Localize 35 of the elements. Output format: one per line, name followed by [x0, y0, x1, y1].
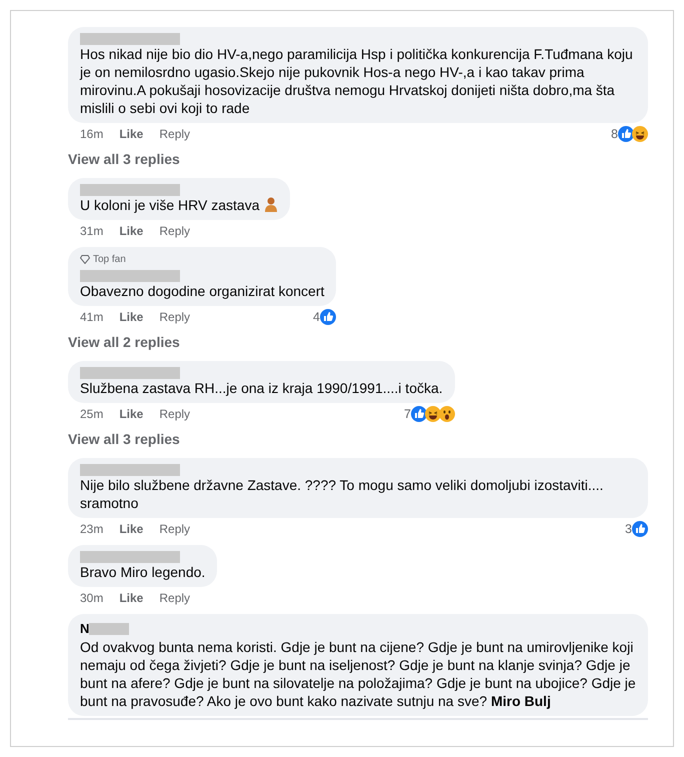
reaction-count[interactable]: 7 [404, 406, 411, 422]
comment-text: Hos nikad nije bio dio HV-a,nego paramilicija Hsp i politička konkurencija F.Tuđmana koju je on nemilosrdno ugasio.Skejo nije pukovnik Hos-a nego HV-,a i kao takav prima mirovinu.A pokušaji hosovizacije društva nemogu Hrvatskoj donijeti ništa dobro,ma šta mislili o sebi ovi koji to rade [80, 45, 634, 117]
reply-link[interactable]: Reply [159, 521, 190, 537]
diamond-icon [80, 255, 90, 264]
reply-link[interactable]: Reply [159, 309, 190, 325]
reply-link[interactable]: Reply [159, 223, 190, 239]
comment-text: Službena zastava RH...je ona iz kraja 1990/1991....i točka. [80, 379, 443, 397]
like-link[interactable]: Like [119, 309, 144, 325]
like-link[interactable]: Like [119, 126, 144, 142]
comment-text: Obavezno dogodine organizirat koncert [80, 282, 324, 300]
like-link[interactable]: Like [119, 590, 144, 606]
comment-time: 23m [80, 521, 104, 537]
reaction-count[interactable]: 8 [611, 126, 618, 142]
comment-text: Nije bilo službene državne Zastave. ???? To mogu samo veliki domoljubi izostaviti.... sramotno [80, 476, 604, 512]
reply-link[interactable]: Reply [159, 406, 190, 422]
comment-time: 30m [80, 590, 104, 606]
like-link[interactable]: Like [119, 406, 144, 422]
comment-time: 16m [80, 126, 104, 142]
reaction-count[interactable]: 3 [625, 521, 632, 537]
like-link[interactable]: Like [119, 521, 144, 537]
reply-link[interactable]: Reply [159, 126, 190, 142]
view-replies-link[interactable]: View all 3 replies [68, 150, 180, 168]
like-link[interactable]: Like [119, 223, 144, 239]
top-fan-label: Top fan [93, 253, 126, 266]
comment-time: 41m [80, 309, 104, 325]
comment-text: U koloni je više HRV zastava [80, 196, 278, 214]
reaction-count[interactable]: 4 [313, 309, 320, 325]
comment-time: 25m [80, 406, 104, 422]
author-name[interactable]: N [80, 620, 90, 638]
comment-text: Bravo Miro legendo. [80, 563, 206, 581]
view-replies-link[interactable]: View all 3 replies [68, 430, 180, 448]
view-replies-link[interactable]: View all 2 replies [68, 333, 180, 351]
reply-link[interactable]: Reply [159, 590, 190, 606]
comment-time: 31m [80, 223, 104, 239]
comment-text: Od ovakvog bunta nema koristi. Gdje je bunt na cijene? Gdje je bunt na umirovljenike koji nemaju od čega živjeti? Gdje je bunt na iseljenost? Gdje je bunt na klanje svinja? Gdje je bunt na afere? Gdje je bunt na silovatelje na položajima? Gdje je bunt na ubojice? Gdje je bunt na pravosuđe? Ako je ovo bunt kako nazivate sutnju na sve? Miro Bulj [80, 638, 636, 710]
